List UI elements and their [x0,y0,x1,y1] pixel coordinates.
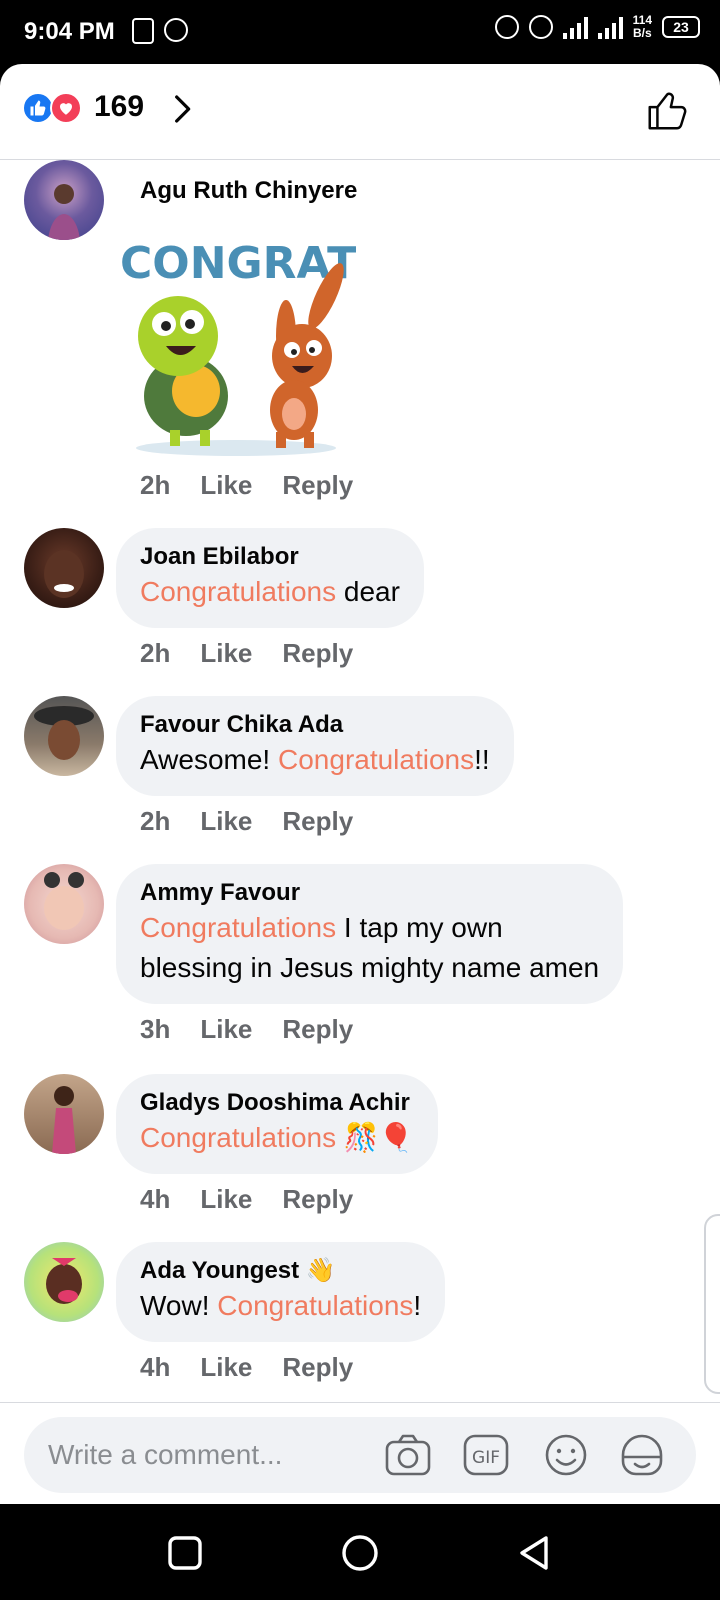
battery-saver-icon [132,18,154,44]
comment-time: 3h [140,1014,171,1044]
home-icon[interactable] [341,1534,379,1572]
emoji-icon[interactable] [542,1433,590,1477]
wifi-hotspot-icon [528,15,553,39]
hashtag-highlight[interactable]: Congratulations [140,576,336,607]
hashtag-highlight[interactable]: Congratulations [217,1290,413,1321]
comments-sheet: 169 Agu Ruth Chinyere CONGRATS! [0,64,720,1504]
celebration-emoji: 🎊🎈 [343,1122,414,1153]
speed-unit: B/s [632,26,652,40]
comment-reply-button[interactable]: Reply [282,1184,353,1215]
back-icon[interactable] [516,1534,554,1572]
reactions-header[interactable]: 169 [0,64,720,160]
hashtag-highlight[interactable]: Congratulations [140,912,336,943]
comment-input[interactable]: Write a comment... GIF [24,1417,696,1493]
comment-text: Awesome! Congratulations!! [140,744,490,775]
hashtag-highlight[interactable]: Congratulations [140,1122,336,1153]
hotspot-icon [164,18,188,42]
comment-author[interactable]: Ammy Favour [140,878,599,908]
comment-text: Wow! Congratulations! [140,1290,422,1321]
status-bar: 9:04 PM 114 B/s 23 [0,0,720,64]
waving-hand-icon: 👋 [305,1257,336,1284]
system-navigation-bar [0,1504,720,1600]
comment-actions: 3h Like Reply [140,1014,353,1045]
scroll-indicator[interactable] [704,1214,720,1394]
chevron-right-icon[interactable] [166,92,198,126]
comment-like-button[interactable]: Like [200,806,252,837]
comment-reply-button[interactable]: Reply [282,1352,353,1383]
comment-author[interactable]: Joan Ebilabor [140,542,400,572]
comment-composer: Write a comment... GIF [0,1402,720,1504]
avatar[interactable] [24,160,104,240]
comment-list[interactable]: Agu Ruth Chinyere CONGRATS! [0,160,720,1462]
avatar[interactable] [24,696,104,776]
comment-bubble[interactable]: Favour Chika Ada Awesome! Congratulation… [116,696,514,796]
comment-bubble[interactable]: Ammy Favour Congratulations I tap my own… [116,864,624,1004]
sticker-text: CONGRATS! [120,238,356,289]
comment-reply-button[interactable]: Reply [282,806,353,837]
comment-text: Congratulations I tap my own blessing in … [140,912,600,983]
comment-actions: 4h Like Reply [140,1184,353,1215]
signal-icon [562,15,588,39]
network-speed: 114 B/s [633,14,652,40]
recent-apps-icon[interactable] [166,1534,204,1572]
reaction-count: 169 [94,90,145,123]
love-reaction-icon [50,92,82,124]
comment-text: Congratulations dear [140,576,400,607]
comment-author[interactable]: Favour Chika Ada [140,710,490,740]
comment-text: Congratulations 🎊🎈 [140,1118,414,1158]
avatar[interactable] [24,528,104,608]
comment-actions: 2h Like Reply [140,638,353,669]
avatar[interactable] [24,1074,104,1154]
comment-time: 4h [140,1352,171,1382]
hashtag-highlight[interactable]: Congratulations [278,744,474,775]
comment-time: 2h [140,638,171,668]
comment-like-button[interactable]: Like [200,638,252,669]
like-button-icon[interactable] [644,88,690,134]
comment-time: 4h [140,1184,171,1214]
comment-reply-button[interactable]: Reply [282,1014,353,1045]
comment-actions: 4h Like Reply [140,1352,353,1383]
comment-author[interactable]: Gladys Dooshima Achir [140,1088,414,1118]
avatar[interactable] [24,1242,104,1322]
comment-actions: 2h Like Reply [140,470,353,501]
avatar[interactable] [24,864,104,944]
signal-icon-2 [597,15,623,39]
gif-icon[interactable]: GIF [462,1433,510,1477]
comment-time: 2h [140,470,171,500]
comment-author[interactable]: Agu Ruth Chinyere [140,176,357,206]
comment-like-button[interactable]: Like [200,1184,252,1215]
sticker-icon[interactable] [618,1433,666,1477]
battery-icon: 23 [662,16,700,38]
alarm-icon [494,15,519,39]
svg-text:GIF: GIF [472,1448,500,1468]
comment-like-button[interactable]: Like [200,1352,252,1383]
battery-level: 23 [673,19,689,35]
camera-icon[interactable] [384,1433,432,1477]
comment-like-button[interactable]: Like [200,470,252,501]
comment-actions: 2h Like Reply [140,806,353,837]
comment-placeholder: Write a comment... [48,1439,283,1470]
comment-bubble[interactable]: Ada Youngest 👋 Wow! Congratulations! [116,1242,446,1342]
comment-author: Ada Youngest 👋 [140,1257,336,1284]
comment-like-button[interactable]: Like [200,1014,252,1045]
comment-reply-button[interactable]: Reply [282,638,353,669]
comment-reply-button[interactable]: Reply [282,470,353,501]
comment-time: 2h [140,806,171,836]
congrats-sticker-image[interactable]: CONGRATS! [116,226,356,466]
comment-bubble[interactable]: Gladys Dooshima Achir Congratulations 🎊🎈 [116,1074,438,1174]
comment-bubble[interactable]: Joan Ebilabor Congratulations dear [116,528,424,628]
status-time: 9:04 PM [24,18,115,45]
